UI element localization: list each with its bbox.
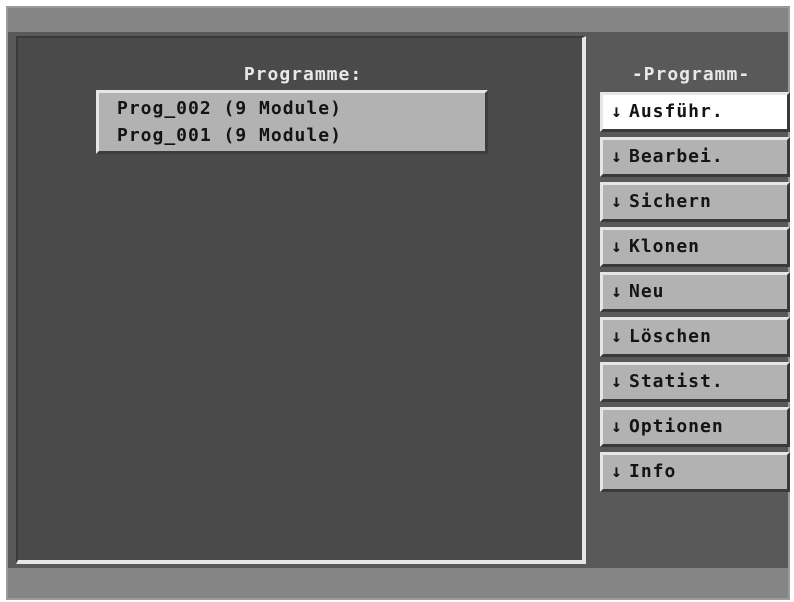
arrow-down-icon: ↓ (611, 371, 623, 392)
app-screen: Programme: Prog_002 (9 Module) Prog_001 … (6, 6, 790, 600)
execute-button[interactable]: ↓ Ausführ. (600, 92, 790, 132)
edit-button-label: Bearbei. (629, 146, 724, 167)
clone-button-label: Klonen (629, 236, 701, 257)
options-button-label: Optionen (629, 416, 724, 437)
info-button-label: Info (629, 461, 677, 482)
new-button-label: Neu (629, 281, 665, 302)
program-item[interactable]: Prog_002 (9 Module) (117, 95, 485, 122)
save-button[interactable]: ↓ Sichern (600, 182, 790, 222)
new-button[interactable]: ↓ Neu (600, 272, 790, 312)
arrow-down-icon: ↓ (611, 101, 623, 122)
arrow-down-icon: ↓ (611, 416, 623, 437)
program-item[interactable]: Prog_001 (9 Module) (117, 122, 485, 149)
statistics-button[interactable]: ↓ Statist. (600, 362, 790, 402)
arrow-down-icon: ↓ (611, 326, 623, 347)
execute-button-label: Ausführ. (629, 101, 724, 122)
info-button[interactable]: ↓ Info (600, 452, 790, 492)
programs-title: Programme: (243, 64, 363, 85)
arrow-down-icon: ↓ (611, 236, 623, 257)
edit-button[interactable]: ↓ Bearbei. (600, 137, 790, 177)
delete-button-label: Löschen (629, 326, 712, 347)
clone-button[interactable]: ↓ Klonen (600, 227, 790, 267)
program-menu-title: -Programm- (631, 64, 751, 85)
programs-panel: Programme: Prog_002 (9 Module) Prog_001 … (16, 36, 586, 564)
bottom-bar (8, 568, 788, 598)
arrow-down-icon: ↓ (611, 191, 623, 212)
arrow-down-icon: ↓ (611, 281, 623, 302)
program-list[interactable]: Prog_002 (9 Module) Prog_001 (9 Module) (96, 90, 488, 154)
delete-button[interactable]: ↓ Löschen (600, 317, 790, 357)
arrow-down-icon: ↓ (611, 461, 623, 482)
program-menu: -Programm- ↓ Ausführ. ↓ Bearbei. ↓ Sichern … (596, 36, 790, 564)
save-button-label: Sichern (629, 191, 712, 212)
top-bar (8, 8, 788, 32)
options-button[interactable]: ↓ Optionen (600, 407, 790, 447)
statistics-button-label: Statist. (629, 371, 724, 392)
arrow-down-icon: ↓ (611, 146, 623, 167)
